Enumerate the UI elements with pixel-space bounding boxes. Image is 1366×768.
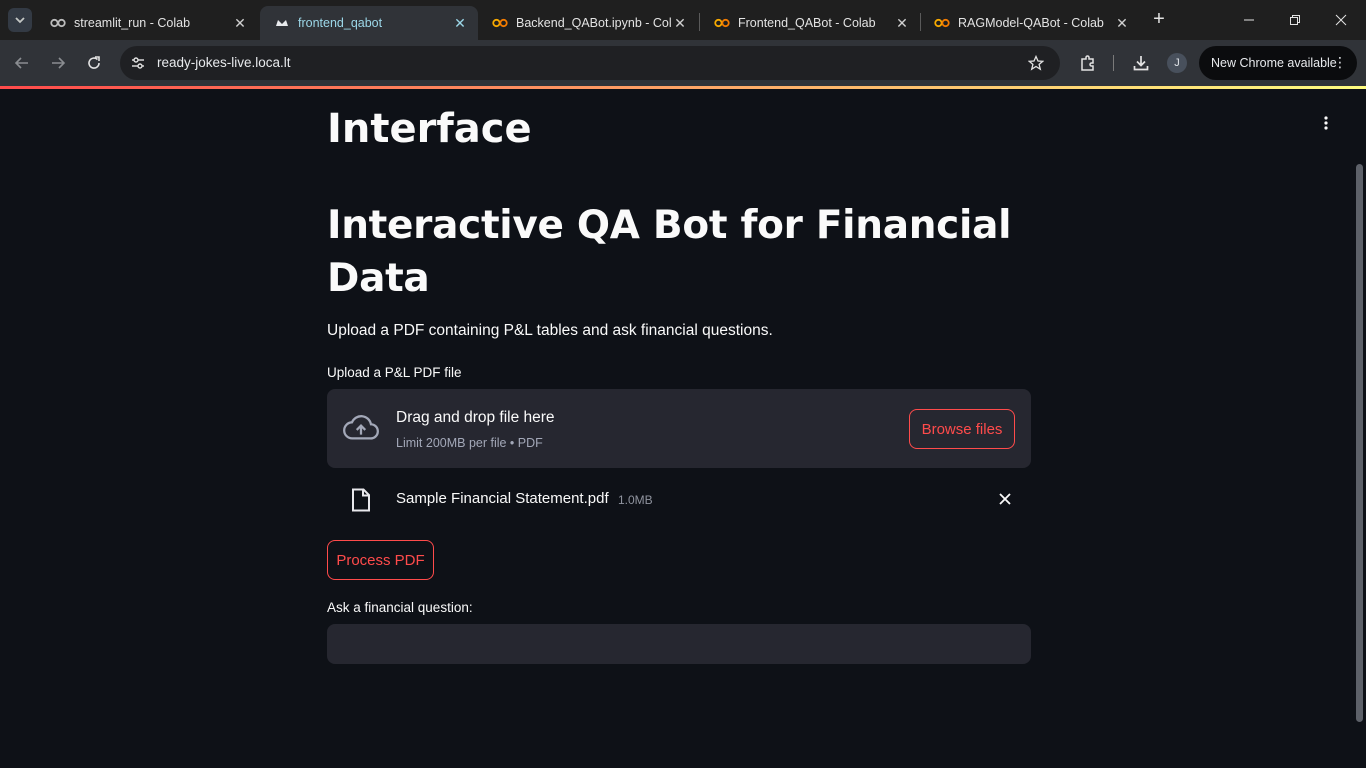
close-icon[interactable]: ✕ xyxy=(894,15,910,31)
close-icon[interactable]: ✕ xyxy=(452,15,468,31)
dropzone-limit: Limit 200MB per file • PDF xyxy=(396,436,543,450)
page-title: Interactive QA Bot for Financial Data xyxy=(327,203,1012,301)
tab-title: RAGModel-QABot - Colab xyxy=(958,16,1104,30)
tab-search-button[interactable] xyxy=(8,8,32,32)
tab-backend-qabot[interactable]: Backend_QABot.ipynb - Cola ✕ xyxy=(478,6,698,40)
forward-arrow-icon[interactable] xyxy=(46,51,70,75)
uploaded-file-row: Sample Financial Statement.pdf 1.0MB xyxy=(327,479,1031,521)
app-menu-icon[interactable] xyxy=(1316,113,1336,133)
chrome-update-button[interactable]: New Chrome available ⋮ xyxy=(1199,46,1357,80)
close-icon[interactable]: ✕ xyxy=(1114,15,1130,31)
browser-toolbar: ready-jokes-live.loca.lt J New Chrome av… xyxy=(0,40,1366,86)
url-text[interactable]: ready-jokes-live.loca.lt xyxy=(157,55,291,70)
tab-title: frontend_qabot xyxy=(298,16,383,30)
profile-avatar[interactable]: J xyxy=(1167,53,1187,73)
colab-icon xyxy=(50,15,66,31)
uploader-label: Upload a P&L PDF file xyxy=(327,365,462,380)
tab-title: streamlit_run - Colab xyxy=(74,16,191,30)
minimize-icon[interactable] xyxy=(1226,0,1272,40)
update-label: New Chrome available xyxy=(1211,56,1337,70)
extensions-puzzle-icon[interactable] xyxy=(1076,51,1100,75)
browser-tab-strip: streamlit_run - Colab ✕ frontend_qabot ✕… xyxy=(0,0,1366,40)
file-dropzone[interactable]: Drag and drop file here Limit 200MB per … xyxy=(327,389,1031,468)
file-icon xyxy=(349,487,373,513)
reload-icon[interactable] xyxy=(82,51,106,75)
address-bar[interactable]: ready-jokes-live.loca.lt xyxy=(120,46,1060,80)
window-close-icon[interactable] xyxy=(1318,0,1364,40)
colab-icon xyxy=(492,15,508,31)
colab-icon xyxy=(714,15,730,31)
close-icon[interactable]: ✕ xyxy=(232,15,248,31)
chevron-down-icon xyxy=(15,17,25,24)
tab-ragmodel-qabot[interactable]: RAGModel-QABot - Colab ✕ xyxy=(920,6,1140,40)
page-subtitle: Upload a PDF containing P&L tables and a… xyxy=(327,322,773,339)
tab-title: Backend_QABot.ipynb - Cola xyxy=(516,16,672,30)
download-icon[interactable] xyxy=(1129,51,1153,75)
question-input[interactable] xyxy=(327,624,1031,664)
colab-icon xyxy=(934,15,950,31)
dropzone-instructions: Drag and drop file here xyxy=(396,409,555,426)
tab-streamlit-run[interactable]: streamlit_run - Colab ✕ xyxy=(36,6,258,40)
tab-frontend-qabot-colab[interactable]: Frontend_QABot - Colab ✕ xyxy=(700,6,920,40)
close-icon[interactable]: ✕ xyxy=(672,15,688,31)
uploaded-file-name: Sample Financial Statement.pdf xyxy=(396,490,609,507)
clipped-heading: Interface xyxy=(327,106,532,152)
back-arrow-icon[interactable] xyxy=(10,51,34,75)
toolbar-separator xyxy=(1113,55,1114,71)
restore-icon[interactable] xyxy=(1272,0,1318,40)
process-pdf-button[interactable]: Process PDF xyxy=(327,540,434,580)
tab-frontend-qabot[interactable]: frontend_qabot ✕ xyxy=(260,6,478,40)
site-info-icon[interactable] xyxy=(128,53,148,73)
page-scrollbar[interactable] xyxy=(1356,164,1363,722)
new-tab-plus-icon[interactable]: + xyxy=(1149,9,1169,30)
tab-title: Frontend_QABot - Colab xyxy=(738,16,876,30)
streamlit-app: Interface Interactive QA Bot for Financi… xyxy=(0,89,1366,768)
question-label: Ask a financial question: xyxy=(327,600,473,615)
uploaded-file-size: 1.0MB xyxy=(618,493,653,507)
cloud-upload-icon xyxy=(343,411,379,445)
more-vert-icon: ⋮ xyxy=(1333,54,1347,70)
bookmark-star-icon[interactable] xyxy=(1026,53,1046,73)
remove-file-icon[interactable] xyxy=(995,489,1015,509)
browse-files-button[interactable]: Browse files xyxy=(909,409,1015,449)
streamlit-crown-icon xyxy=(274,15,290,31)
